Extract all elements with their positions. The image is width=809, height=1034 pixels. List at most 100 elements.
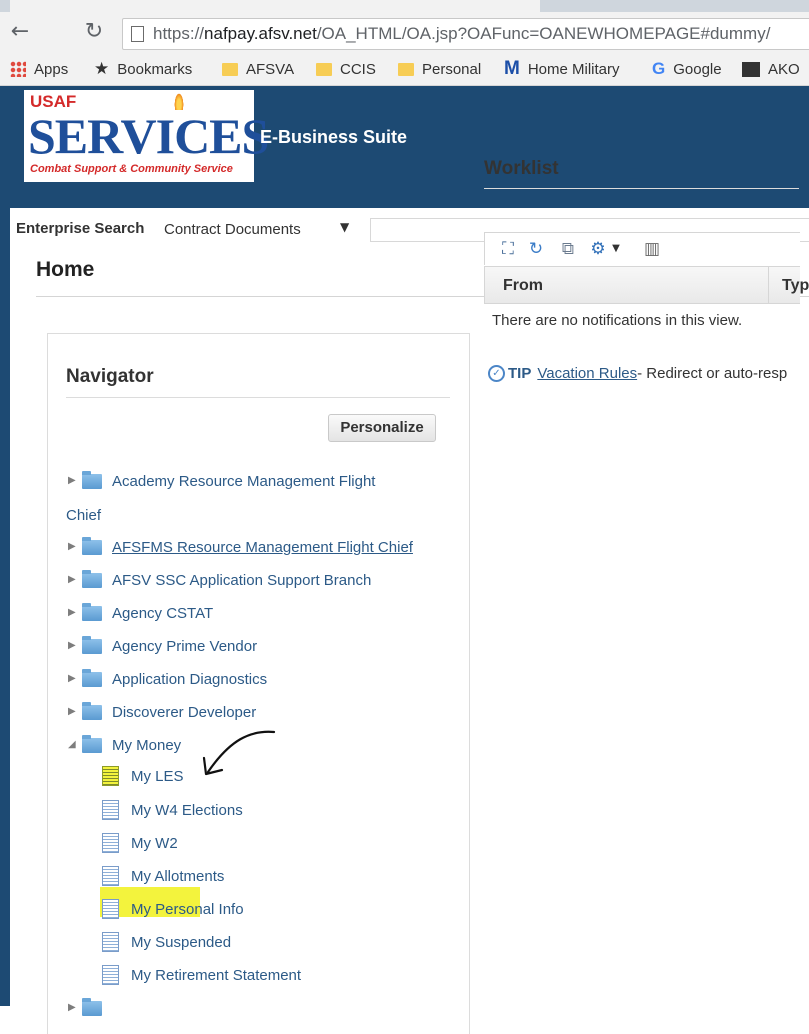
chevron-down-icon[interactable]: ▼ xyxy=(611,240,621,258)
dropdown-caret-icon: ▼ xyxy=(340,220,350,234)
bookmark-apps[interactable]: Apps xyxy=(10,58,68,80)
worklist-toolbar: ⛶ ↻ ⧉ ⚙ ▼ ▥ xyxy=(484,232,800,265)
document-icon xyxy=(102,766,119,786)
page-icon xyxy=(131,26,144,42)
worklist-table-header: From Typ xyxy=(484,266,809,304)
address-url: https://nafpay.afsv.net/OA_HTML/OA.jsp?O… xyxy=(153,24,771,43)
browser-toolbar: ← ↻ https://nafpay.afsv.net/OA_HTML/OA.j… xyxy=(0,12,809,52)
bookmark-bookmarks[interactable]: ★ Bookmarks xyxy=(94,58,192,80)
back-icon[interactable]: ← xyxy=(6,18,34,46)
annotation-arrow xyxy=(202,730,276,776)
star-icon: ★ xyxy=(94,59,110,79)
folder-label: Agency CSTAT xyxy=(112,604,214,622)
expand-arrow-icon[interactable]: ▶ xyxy=(68,542,76,552)
folder-icon xyxy=(222,62,238,76)
search-scope-select[interactable]: Contract Documents ▼ xyxy=(164,216,364,242)
bookmark-ako[interactable]: AKO xyxy=(742,58,800,80)
folder-icon xyxy=(82,997,102,1016)
folder-icon xyxy=(82,668,102,687)
document-icon xyxy=(102,899,119,919)
settings-gear-icon[interactable]: ⚙ xyxy=(589,240,607,258)
bookmark-personal[interactable]: Personal xyxy=(398,58,481,80)
reload-icon[interactable]: ↻ xyxy=(80,18,108,46)
address-bar[interactable]: https://nafpay.afsv.net/OA_HTML/OA.jsp?O… xyxy=(122,18,809,50)
columns-icon[interactable]: ▥ xyxy=(643,240,661,258)
column-from[interactable]: From xyxy=(503,277,543,295)
nav-doc-my-personal-info[interactable]: My Personal Info xyxy=(102,897,244,921)
search-scope-value: Contract Documents xyxy=(164,220,301,238)
expand-table-icon[interactable]: ⛶ xyxy=(499,240,517,258)
browser-tab[interactable] xyxy=(10,0,540,12)
vacation-rules-link[interactable]: Vacation Rules xyxy=(537,365,637,382)
expand-arrow-icon[interactable]: ▶ xyxy=(68,641,76,651)
navigator-heading: Navigator xyxy=(66,366,154,387)
refresh-icon[interactable]: ↻ xyxy=(527,240,545,258)
expand-arrow-icon[interactable]: ▶ xyxy=(68,575,76,585)
nav-folder-agency-cstat[interactable]: ▶ Agency CSTAT xyxy=(68,601,213,625)
page-title: Home xyxy=(36,258,95,281)
bookmark-home-military[interactable]: M Home Military xyxy=(504,58,620,80)
nav-doc-my-allotments[interactable]: My Allotments xyxy=(102,864,224,888)
doc-label: My W4 Elections xyxy=(131,801,243,819)
doc-label: My Personal Info xyxy=(131,900,244,918)
expand-arrow-icon[interactable]: ▶ xyxy=(68,608,76,618)
bookmark-afsva[interactable]: AFSVA xyxy=(222,58,294,80)
expand-arrow-icon[interactable]: ▶ xyxy=(68,1003,76,1013)
worklist-empty-message: There are no notifications in this view. xyxy=(492,312,743,329)
nav-folder-application-diagnostics[interactable]: ▶ Application Diagnostics xyxy=(68,667,267,691)
nav-doc-my-w2[interactable]: My W2 xyxy=(102,831,178,855)
nav-folder-afsfms[interactable]: ▶ AFSFMS Resource Management Flight Chief xyxy=(68,535,413,559)
doc-label: My Suspended xyxy=(131,933,232,951)
worklist-divider xyxy=(484,188,799,189)
m-icon: M xyxy=(504,58,520,79)
folder-label: Academy Resource Management Flight xyxy=(112,472,376,490)
folder-icon xyxy=(82,602,102,621)
doc-label: My Allotments xyxy=(131,867,225,885)
folder-icon xyxy=(82,569,102,588)
folder-label: My Money xyxy=(112,736,182,754)
folder-icon xyxy=(398,62,414,76)
folder-label: AFSV SSC Application Support Branch xyxy=(112,571,372,589)
suite-title: E-Business Suite xyxy=(260,127,408,147)
document-icon xyxy=(102,965,119,985)
navigator-divider xyxy=(66,397,450,398)
services-logo[interactable]: USAF SERVICES Combat Support & Community… xyxy=(24,90,269,182)
nav-folder-afsv-ssc[interactable]: ▶ AFSV SSC Application Support Branch xyxy=(68,568,371,592)
expand-arrow-icon[interactable]: ▶ xyxy=(68,707,76,717)
document-icon xyxy=(102,800,119,820)
folder-icon xyxy=(82,536,102,555)
collapse-arrow-icon[interactable]: ◢ xyxy=(68,740,76,750)
apps-icon xyxy=(10,61,26,77)
nav-doc-my-w4-elections[interactable]: My W4 Elections xyxy=(102,798,243,822)
bookmarks-bar: Apps ★ Bookmarks AFSVA CCIS Personal M Hom… xyxy=(0,52,809,86)
folder-icon xyxy=(316,62,332,76)
doc-label: My W2 xyxy=(131,834,178,852)
google-icon: G xyxy=(652,59,666,78)
nav-doc-my-suspended[interactable]: My Suspended xyxy=(102,930,231,954)
nav-folder-agency-prime-vendor[interactable]: ▶ Agency Prime Vendor xyxy=(68,634,257,658)
navigator-panel: Navigator Personalize ▶ Academy Resource … xyxy=(47,333,470,1034)
folder-icon xyxy=(82,734,102,753)
nav-doc-my-retirement-statement[interactable]: My Retirement Statement xyxy=(102,963,301,987)
detach-icon[interactable]: ⧉ xyxy=(559,240,577,258)
column-type[interactable]: Typ xyxy=(782,277,809,295)
folder-icon xyxy=(82,470,102,489)
nav-folder-academy[interactable]: ▶ Academy Resource Management Flight xyxy=(68,469,375,493)
folder-label: AFSFMS Resource Management Flight Chief xyxy=(112,538,413,556)
folder-label: Application Diagnostics xyxy=(112,670,268,688)
logo-tagline: Combat Support & Community Service xyxy=(30,163,233,175)
expand-arrow-icon[interactable]: ▶ xyxy=(68,476,76,486)
worklist-tip: ✓ TIP Vacation Rules - Redirect or auto-… xyxy=(488,365,787,382)
bookmark-ccis[interactable]: CCIS xyxy=(316,58,376,80)
personalize-button[interactable]: Personalize xyxy=(328,414,436,442)
bookmark-google[interactable]: G Google xyxy=(652,58,722,80)
tip-text: - Redirect or auto-resp xyxy=(637,365,788,382)
tip-check-icon: ✓ xyxy=(488,365,505,382)
expand-arrow-icon[interactable]: ▶ xyxy=(68,674,76,684)
nav-folder-my-money[interactable]: ◢ My Money xyxy=(68,733,181,757)
nav-doc-my-les[interactable]: My LES xyxy=(102,764,184,788)
folder-label-wrap[interactable]: Chief xyxy=(66,507,101,524)
folder-icon xyxy=(82,701,102,720)
doc-label: My LES xyxy=(131,767,184,785)
nav-folder-cutoff[interactable]: ▶ xyxy=(68,996,112,1020)
